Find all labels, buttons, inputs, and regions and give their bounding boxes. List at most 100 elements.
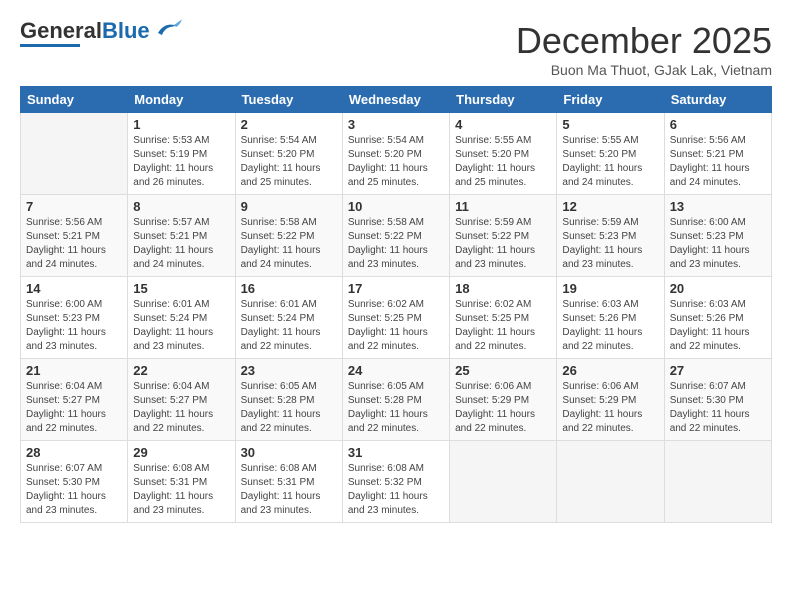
day-info: Sunrise: 5:56 AMSunset: 5:21 PMDaylight:…: [670, 134, 766, 190]
day-number: 5: [562, 117, 658, 132]
day-info: Sunrise: 6:08 AMSunset: 5:32 PMDaylight:…: [348, 462, 444, 518]
logo-blue: Blue: [102, 18, 150, 43]
day-number: 26: [562, 363, 658, 378]
day-number: 3: [348, 117, 444, 132]
day-info: Sunrise: 6:01 AMSunset: 5:24 PMDaylight:…: [133, 298, 229, 354]
day-info: Sunrise: 5:54 AMSunset: 5:20 PMDaylight:…: [241, 134, 337, 190]
day-info: Sunrise: 5:59 AMSunset: 5:23 PMDaylight:…: [562, 216, 658, 272]
day-number: 12: [562, 199, 658, 214]
calendar-cell: 15 Sunrise: 6:01 AMSunset: 5:24 PMDayligh…: [128, 277, 235, 359]
calendar-cell: 21Sunrise: 6:04 AMSunset: 5:27 PMDayligh…: [21, 359, 128, 441]
col-header-tuesday: Tuesday: [235, 87, 342, 113]
day-info: Sunrise: 5:54 AMSunset: 5:20 PMDaylight:…: [348, 134, 444, 190]
day-info: Sunrise: 6:02 AMSunset: 5:25 PMDaylight:…: [348, 298, 444, 354]
day-info: Sunrise: 5:58 AMSunset: 5:22 PMDaylight:…: [348, 216, 444, 272]
day-number: 4: [455, 117, 551, 132]
col-header-sunday: Sunday: [21, 87, 128, 113]
logo-underline: [20, 44, 80, 47]
day-info: Sunrise: 6:06 AMSunset: 5:29 PMDaylight:…: [455, 380, 551, 436]
day-number: 10: [348, 199, 444, 214]
calendar-cell: [557, 441, 664, 523]
day-info: Sunrise: 6:03 AMSunset: 5:26 PMDaylight:…: [562, 298, 658, 354]
calendar-cell: 9 Sunrise: 5:58 AMSunset: 5:22 PMDaylight…: [235, 195, 342, 277]
day-number: 11: [455, 199, 551, 214]
day-number: 28: [26, 445, 122, 460]
title-block: December 2025 Buon Ma Thuot, GJak Lak, V…: [516, 20, 772, 78]
col-header-monday: Monday: [128, 87, 235, 113]
calendar-cell: 2 Sunrise: 5:54 AMSunset: 5:20 PMDaylight…: [235, 113, 342, 195]
calendar-cell: 25 Sunrise: 6:06 AMSunset: 5:29 PMDayligh…: [450, 359, 557, 441]
month-year-title: December 2025: [516, 20, 772, 62]
calendar-cell: 5 Sunrise: 5:55 AMSunset: 5:20 PMDaylight…: [557, 113, 664, 195]
day-number: 30: [241, 445, 337, 460]
col-header-friday: Friday: [557, 87, 664, 113]
calendar-cell: 17Sunrise: 6:02 AMSunset: 5:25 PMDayligh…: [342, 277, 449, 359]
logo-bird-icon: [154, 19, 182, 39]
day-number: 6: [670, 117, 766, 132]
day-number: 2: [241, 117, 337, 132]
day-info: Sunrise: 6:03 AMSunset: 5:26 PMDaylight:…: [670, 298, 766, 354]
calendar-cell: 18 Sunrise: 6:02 AMSunset: 5:25 PMDayligh…: [450, 277, 557, 359]
calendar-cell: 14Sunrise: 6:00 AMSunset: 5:23 PMDayligh…: [21, 277, 128, 359]
day-info: Sunrise: 5:55 AMSunset: 5:20 PMDaylight:…: [562, 134, 658, 190]
calendar-cell: 23 Sunrise: 6:05 AMSunset: 5:28 PMDayligh…: [235, 359, 342, 441]
calendar-cell: 12 Sunrise: 5:59 AMSunset: 5:23 PMDayligh…: [557, 195, 664, 277]
day-number: 18: [455, 281, 551, 296]
calendar-cell: [450, 441, 557, 523]
day-number: 1: [133, 117, 229, 132]
day-number: 9: [241, 199, 337, 214]
day-number: 15: [133, 281, 229, 296]
day-info: Sunrise: 6:08 AMSunset: 5:31 PMDaylight:…: [133, 462, 229, 518]
col-header-wednesday: Wednesday: [342, 87, 449, 113]
calendar-cell: 31 Sunrise: 6:08 AMSunset: 5:32 PMDayligh…: [342, 441, 449, 523]
day-info: Sunrise: 6:00 AMSunset: 5:23 PMDaylight:…: [26, 298, 122, 354]
calendar-cell: 22Sunrise: 6:04 AMSunset: 5:27 PMDayligh…: [128, 359, 235, 441]
day-info: Sunrise: 6:05 AMSunset: 5:28 PMDaylight:…: [241, 380, 337, 436]
day-number: 16: [241, 281, 337, 296]
day-info: Sunrise: 6:05 AMSunset: 5:28 PMDaylight:…: [348, 380, 444, 436]
day-info: Sunrise: 5:57 AMSunset: 5:21 PMDaylight:…: [133, 216, 229, 272]
page-header: GeneralBlue December 2025 Buon Ma Thuot,…: [20, 20, 772, 78]
day-number: 22: [133, 363, 229, 378]
day-number: 31: [348, 445, 444, 460]
day-info: Sunrise: 6:08 AMSunset: 5:31 PMDaylight:…: [241, 462, 337, 518]
day-number: 25: [455, 363, 551, 378]
day-number: 20: [670, 281, 766, 296]
calendar-cell: 27 Sunrise: 6:07 AMSunset: 5:30 PMDayligh…: [664, 359, 771, 441]
day-number: 13: [670, 199, 766, 214]
day-number: 29: [133, 445, 229, 460]
calendar-cell: 8Sunrise: 5:57 AMSunset: 5:21 PMDaylight…: [128, 195, 235, 277]
day-info: Sunrise: 6:04 AMSunset: 5:27 PMDaylight:…: [26, 380, 122, 436]
day-number: 23: [241, 363, 337, 378]
calendar-cell: 4 Sunrise: 5:55 AMSunset: 5:20 PMDaylight…: [450, 113, 557, 195]
day-number: 27: [670, 363, 766, 378]
calendar-cell: 26 Sunrise: 6:06 AMSunset: 5:29 PMDayligh…: [557, 359, 664, 441]
calendar-cell: 7 Sunrise: 5:56 AMSunset: 5:21 PMDaylight…: [21, 195, 128, 277]
calendar-cell: 19 Sunrise: 6:03 AMSunset: 5:26 PMDayligh…: [557, 277, 664, 359]
day-info: Sunrise: 6:06 AMSunset: 5:29 PMDaylight:…: [562, 380, 658, 436]
day-info: Sunrise: 6:07 AMSunset: 5:30 PMDaylight:…: [670, 380, 766, 436]
calendar-cell: 3 Sunrise: 5:54 AMSunset: 5:20 PMDaylight…: [342, 113, 449, 195]
day-info: Sunrise: 5:59 AMSunset: 5:22 PMDaylight:…: [455, 216, 551, 272]
calendar-cell: 10 Sunrise: 5:58 AMSunset: 5:22 PMDayligh…: [342, 195, 449, 277]
calendar-cell: 13 Sunrise: 6:00 AMSunset: 5:23 PMDayligh…: [664, 195, 771, 277]
day-info: Sunrise: 6:02 AMSunset: 5:25 PMDaylight:…: [455, 298, 551, 354]
calendar-cell: 24 Sunrise: 6:05 AMSunset: 5:28 PMDayligh…: [342, 359, 449, 441]
calendar-cell: 30 Sunrise: 6:08 AMSunset: 5:31 PMDayligh…: [235, 441, 342, 523]
day-info: Sunrise: 5:56 AMSunset: 5:21 PMDaylight:…: [26, 216, 122, 272]
day-info: Sunrise: 6:01 AMSunset: 5:24 PMDaylight:…: [241, 298, 337, 354]
calendar-cell: 6 Sunrise: 5:56 AMSunset: 5:21 PMDaylight…: [664, 113, 771, 195]
logo-general: General: [20, 18, 102, 43]
calendar-cell: 28 Sunrise: 6:07 AMSunset: 5:30 PMDayligh…: [21, 441, 128, 523]
day-number: 7: [26, 199, 122, 214]
day-info: Sunrise: 5:55 AMSunset: 5:20 PMDaylight:…: [455, 134, 551, 190]
day-info: Sunrise: 6:00 AMSunset: 5:23 PMDaylight:…: [670, 216, 766, 272]
day-number: 19: [562, 281, 658, 296]
calendar-cell: 16 Sunrise: 6:01 AMSunset: 5:24 PMDayligh…: [235, 277, 342, 359]
col-header-saturday: Saturday: [664, 87, 771, 113]
location-subtitle: Buon Ma Thuot, GJak Lak, Vietnam: [516, 62, 772, 78]
calendar-cell: 1Sunrise: 5:53 AMSunset: 5:19 PMDaylight…: [128, 113, 235, 195]
day-info: Sunrise: 6:07 AMSunset: 5:30 PMDaylight:…: [26, 462, 122, 518]
day-info: Sunrise: 5:58 AMSunset: 5:22 PMDaylight:…: [241, 216, 337, 272]
day-number: 24: [348, 363, 444, 378]
